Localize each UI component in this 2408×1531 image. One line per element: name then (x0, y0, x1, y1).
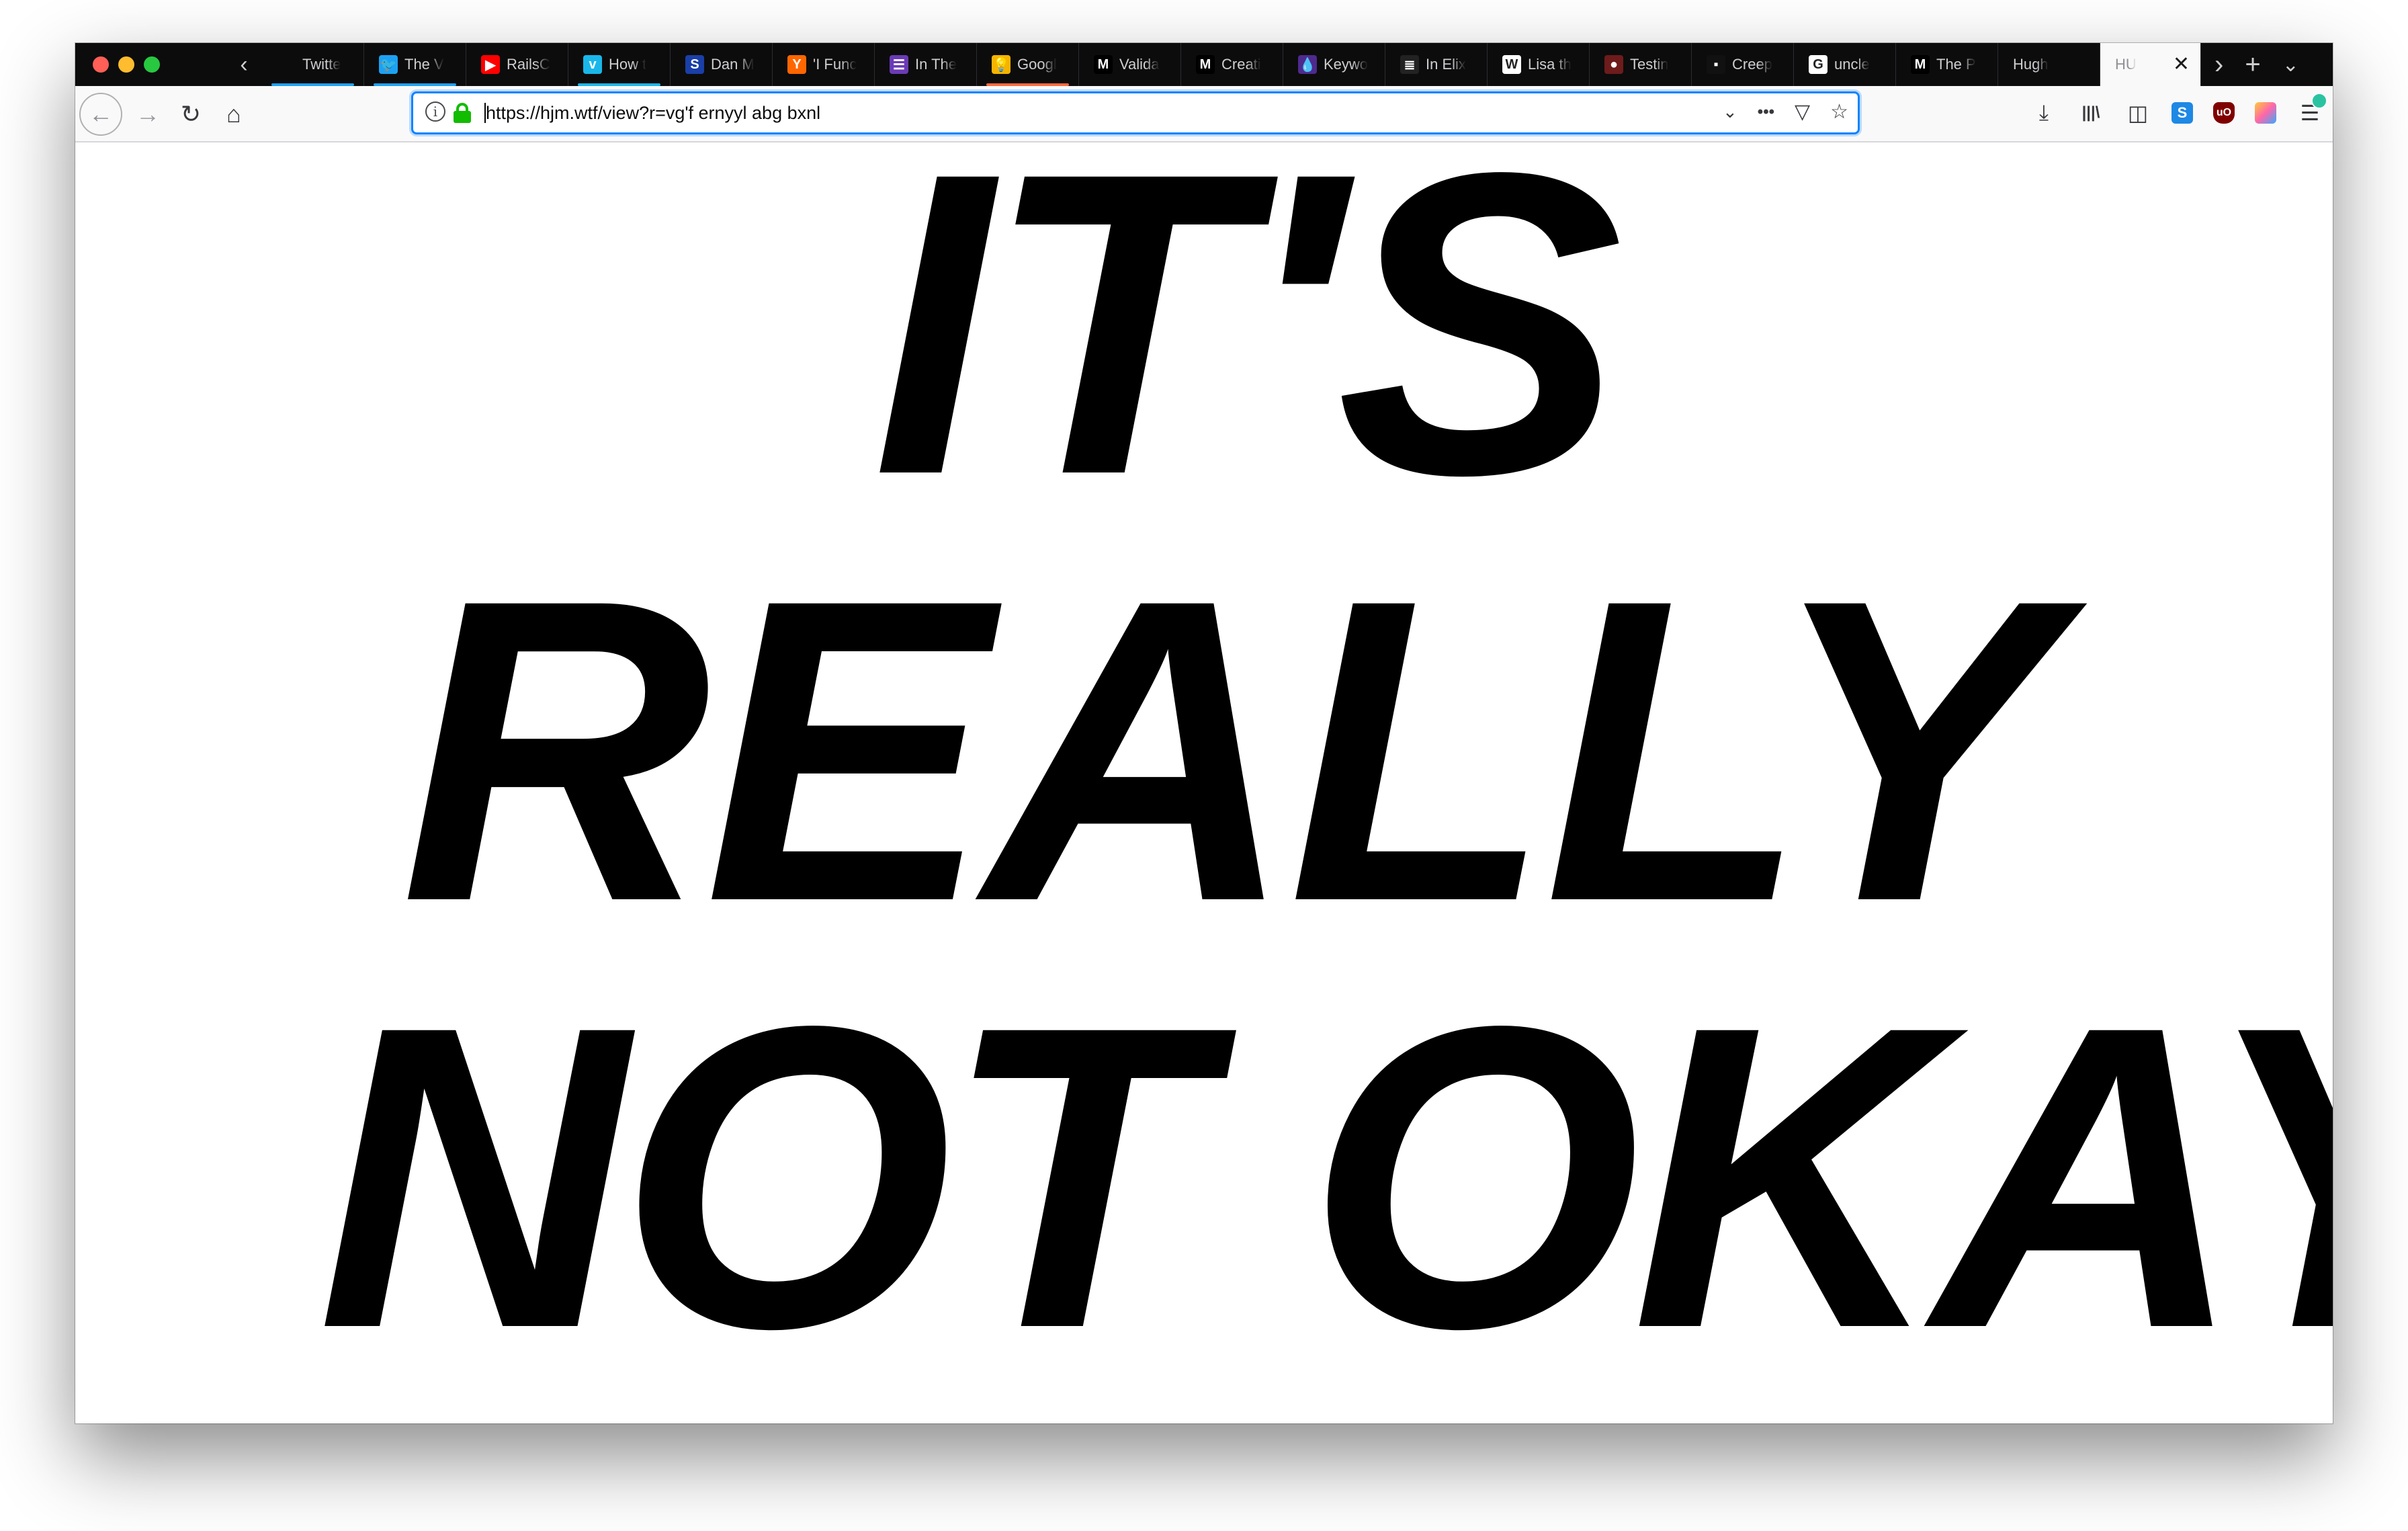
color-extension-icon[interactable] (2255, 102, 2276, 124)
tab-6[interactable]: ☰ In The (875, 43, 977, 86)
tab-10[interactable]: 💧 Keywo (1283, 43, 1385, 86)
github-icon: ● (1604, 55, 1623, 74)
vimeo-icon: v (583, 55, 602, 74)
toolbar-icons: ⤓ |||\ ◫ S uO ☰ (2030, 93, 2327, 126)
home-button[interactable]: ⌂ (212, 93, 255, 136)
tab-title: uncle (1834, 56, 1870, 73)
s-extension-icon[interactable]: S (2172, 102, 2193, 124)
lock-icon[interactable] (454, 103, 471, 123)
elixir-drop-icon: 💧 (1298, 55, 1317, 74)
medium-icon: M (1911, 55, 1930, 74)
tab-14[interactable]: ▪ Creep (1692, 43, 1794, 86)
tab-title: The P (1936, 56, 1976, 73)
bookmark-star-icon[interactable]: ☆ (1830, 100, 1848, 124)
twitter-bird-icon: 🐦 (379, 55, 398, 74)
hero-line-2: REALLY (400, 510, 2055, 991)
tab-title: 'I Func (813, 56, 857, 73)
tab-16[interactable]: M The P (1896, 43, 1998, 86)
tab-title: How t (609, 56, 647, 73)
tab-title: In Elix (1426, 56, 1466, 73)
tab-title: Dan M (711, 56, 755, 73)
tab-4[interactable]: S Dan M (671, 43, 773, 86)
ycombinator-icon: Y (787, 55, 806, 74)
site-info-icon[interactable]: i (425, 101, 445, 122)
tab-title: RailsC (507, 56, 550, 73)
tab-9[interactable]: M Creati (1181, 43, 1283, 86)
medium-icon: M (1196, 55, 1215, 74)
dark-site-icon: ▪ (1707, 55, 1725, 74)
tab-13[interactable]: ● Testin (1590, 43, 1692, 86)
tab-title: Hugh (2013, 56, 2049, 73)
tab-3[interactable]: v How t (568, 43, 671, 86)
pocket-icon[interactable]: ▽ (1795, 100, 1810, 124)
url-text[interactable]: https://hjm.wtf/view?r=vg'f ernyyl abg b… (484, 103, 820, 124)
sidebar-icon[interactable]: ◫ (2124, 99, 2151, 126)
download-icon[interactable]: ⤓ (2030, 99, 2057, 126)
tab-title: Testin (1630, 56, 1669, 73)
tab-title: The V (404, 56, 444, 73)
hero-line-1: IT'S (872, 142, 1623, 564)
tab-list: Twitte 🐦 The V ▶ RailsC v How t S Dan M Y 'I Func ☰… (262, 43, 2100, 86)
tab-1[interactable]: 🐦 The V (364, 43, 466, 86)
tab-scroll-left-button[interactable]: ‹ (226, 43, 262, 86)
maximize-window-button[interactable] (144, 56, 160, 73)
navigation-toolbar: ← → ↻ ⌂ i https://hjm.wtf/view?r=vg'f er… (75, 86, 2333, 142)
tab-actions: › + ⌄ (2201, 43, 2299, 86)
tab-12[interactable]: W Lisa th (1488, 43, 1590, 86)
tab-8[interactable]: M Valida (1079, 43, 1181, 86)
tab-title: Twitte (302, 56, 341, 73)
wikipedia-icon: W (1502, 55, 1521, 74)
tab-title: Valida (1119, 56, 1160, 73)
update-badge-icon (2311, 93, 2327, 109)
window-controls (75, 43, 226, 86)
minimize-window-button[interactable] (118, 56, 134, 73)
tab-title: Creati (1221, 56, 1261, 73)
tab-title: Lisa th (1528, 56, 1572, 73)
new-tab-button[interactable]: + (2245, 50, 2260, 80)
tab-17[interactable]: Hugh (1998, 43, 2100, 86)
url-bar[interactable]: i https://hjm.wtf/view?r=vg'f ernyyl abg… (411, 91, 1860, 134)
library-icon[interactable]: |||\ (2077, 99, 2104, 126)
hero-line-3: NOT OKAY (317, 937, 2333, 1417)
url-actions: ⌄ ••• ▽ ☆ (1723, 100, 1848, 124)
google-keep-icon: 💡 (992, 55, 1010, 74)
ublock-origin-icon[interactable]: uO (2213, 102, 2235, 124)
tab-scroll-right-button[interactable]: › (2214, 50, 2223, 80)
tab-active[interactable]: HU ✕ (2100, 43, 2201, 86)
browser-window: ‹ Twitte 🐦 The V ▶ RailsC v How t S Dan M Y 'I Fun… (75, 43, 2333, 1423)
list-icon: ☰ (890, 55, 908, 74)
page-actions-icon[interactable]: ••• (1758, 103, 1774, 122)
tab-5[interactable]: Y 'I Func (773, 43, 875, 86)
reload-button[interactable]: ↻ (169, 93, 212, 136)
back-button[interactable]: ← (79, 93, 122, 136)
tab-title: Keywo (1324, 56, 1369, 73)
s-icon: S (685, 55, 704, 74)
tab-2[interactable]: ▶ RailsC (466, 43, 568, 86)
menu-icon[interactable]: ☰ (2296, 93, 2327, 126)
forward-button[interactable]: → (126, 93, 169, 136)
tab-title: In The (915, 56, 957, 73)
tab-0[interactable]: Twitte (262, 43, 364, 86)
tab-7[interactable]: 💡 Googl (977, 43, 1079, 86)
stackoverflow-icon: ≣ (1400, 55, 1419, 74)
tab-title: Googl (1017, 56, 1057, 73)
tab-strip: ‹ Twitte 🐦 The V ▶ RailsC v How t S Dan M Y 'I Fun… (75, 43, 2333, 86)
medium-icon: M (1094, 55, 1113, 74)
tab-title: HU (2115, 56, 2137, 73)
page-content: IT'S REALLY NOT OKAY (75, 142, 2333, 1423)
tab-15[interactable]: Guncle (1794, 43, 1896, 86)
youtube-icon: ▶ (481, 55, 500, 74)
url-dropdown-icon[interactable]: ⌄ (1723, 101, 1737, 122)
close-window-button[interactable] (93, 56, 109, 73)
google-icon: G (1809, 55, 1828, 74)
tab-11[interactable]: ≣ In Elix (1385, 43, 1488, 86)
tab-title: Creep (1732, 56, 1772, 73)
close-tab-icon[interactable]: ✕ (2173, 52, 2190, 76)
twitter-icon (277, 55, 296, 74)
tab-list-dropdown-icon[interactable]: ⌄ (2282, 53, 2299, 77)
